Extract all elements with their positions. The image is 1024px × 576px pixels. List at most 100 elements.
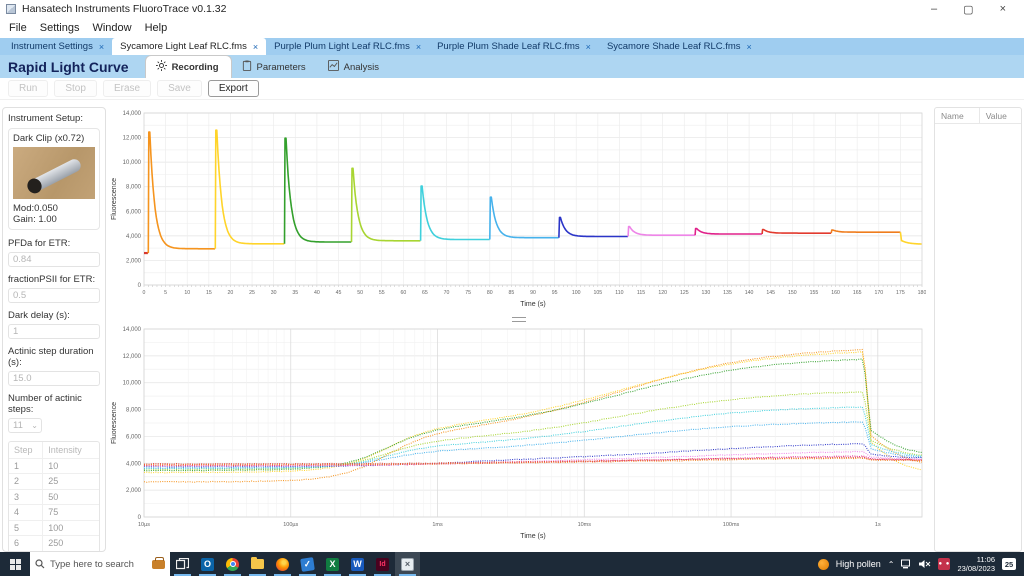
- tab-parameters[interactable]: Parameters: [232, 56, 318, 78]
- close-icon[interactable]: ×: [416, 42, 421, 52]
- volume-muted-icon[interactable]: [919, 559, 931, 569]
- tray-app-icon[interactable]: ● ●: [938, 558, 950, 570]
- device-gain: Gain: 1.00: [13, 214, 95, 225]
- doc-tab-label: Purple Plum Light Leaf RLC.fms: [274, 41, 410, 52]
- start-button[interactable]: [0, 552, 30, 576]
- file-explorer-icon[interactable]: [245, 552, 270, 576]
- field-input[interactable]: 0.84: [8, 252, 100, 267]
- doc-tab[interactable]: Instrument Settings×: [3, 38, 112, 55]
- table-cell: 3: [9, 490, 43, 505]
- search-placeholder: Type here to search: [50, 559, 134, 570]
- table-row[interactable]: 350: [9, 489, 99, 505]
- svg-text:1s: 1s: [875, 522, 881, 528]
- task-view-icon[interactable]: [170, 552, 195, 576]
- clipboard-icon: [242, 60, 252, 74]
- fluorotrace-icon[interactable]: ×: [395, 552, 420, 576]
- svg-text:130: 130: [702, 290, 711, 296]
- menu-item-help[interactable]: Help: [145, 22, 168, 34]
- table-cell: 100: [43, 523, 63, 533]
- run-button[interactable]: Run: [8, 80, 48, 97]
- save-button[interactable]: Save: [157, 80, 202, 97]
- doc-tab[interactable]: Sycamore Shade Leaf RLC.fms×: [599, 38, 760, 55]
- svg-text:10µs: 10µs: [138, 522, 150, 528]
- svg-text:12,000: 12,000: [123, 354, 142, 360]
- export-button[interactable]: Export: [208, 80, 259, 97]
- app-icon: [6, 4, 16, 14]
- menu-item-window[interactable]: Window: [92, 22, 131, 34]
- svg-text:110: 110: [615, 290, 623, 296]
- table-row[interactable]: 110: [9, 458, 99, 474]
- menu-item-settings[interactable]: Settings: [40, 22, 80, 34]
- viewer-icon[interactable]: ✓: [295, 552, 320, 576]
- field-label: fractionPSII for ETR:: [8, 274, 100, 285]
- firefox-icon[interactable]: [270, 552, 295, 576]
- close-button[interactable]: ×: [1000, 3, 1006, 16]
- doc-tab[interactable]: Purple Plum Light Leaf RLC.fms ×: [266, 38, 429, 55]
- steps-table: StepIntensity110225350475510062507500810…: [8, 441, 100, 552]
- svg-text:50: 50: [357, 290, 363, 296]
- page-title: Rapid Light Curve: [8, 59, 129, 75]
- doc-tab[interactable]: Purple Plum Shade Leaf RLC.fms×: [429, 38, 599, 55]
- close-icon[interactable]: ×: [586, 42, 591, 52]
- svg-text:35: 35: [292, 290, 298, 296]
- table-cell: 6: [9, 536, 43, 551]
- indesign-icon[interactable]: Id: [370, 552, 395, 576]
- svg-text:100µs: 100µs: [283, 522, 298, 528]
- svg-text:155: 155: [810, 290, 819, 296]
- outlook-icon[interactable]: O: [195, 552, 220, 576]
- tab-analysis[interactable]: Analysis: [318, 56, 391, 78]
- field-label: PFDa for ETR:: [8, 238, 100, 249]
- notifications-badge[interactable]: 25: [1002, 558, 1016, 570]
- close-icon[interactable]: ×: [253, 42, 258, 52]
- close-icon[interactable]: ×: [99, 42, 104, 52]
- table-cell: 250: [43, 538, 63, 548]
- minimize-button[interactable]: –: [931, 3, 937, 16]
- svg-text:10,000: 10,000: [123, 160, 142, 166]
- taskbar: Type here to search O✓XWId× High pollen …: [0, 552, 1024, 576]
- svg-text:100ms: 100ms: [723, 522, 740, 528]
- taskbar-apps: O ✓XWId×: [170, 552, 420, 576]
- svg-text:45: 45: [336, 290, 342, 296]
- field-input[interactable]: 1: [8, 324, 100, 339]
- table-row[interactable]: 225: [9, 473, 99, 489]
- view-tab-label: Analysis: [344, 62, 379, 73]
- rlc-header: Rapid Light Curve RecordingParameters Ana…: [0, 55, 1024, 78]
- dark-clip-image: [27, 157, 83, 194]
- svg-text:14,000: 14,000: [123, 111, 142, 117]
- actinic-steps-dropdown[interactable]: 11 ⌄: [8, 418, 42, 433]
- menu-item-file[interactable]: File: [9, 22, 27, 34]
- field-input[interactable]: 0.5: [8, 288, 100, 303]
- table-cell: 10: [43, 461, 58, 471]
- excel-icon[interactable]: X: [320, 552, 345, 576]
- chart-splitter[interactable]: [106, 313, 932, 325]
- table-cell: 1: [9, 459, 43, 474]
- svg-text:10ms: 10ms: [578, 522, 592, 528]
- table-row[interactable]: 475: [9, 504, 99, 520]
- taskbar-clock[interactable]: 11:06 23/08/2023: [957, 555, 995, 574]
- svg-text:10: 10: [184, 290, 190, 296]
- stop-button[interactable]: Stop: [54, 80, 97, 97]
- erase-button[interactable]: Erase: [103, 80, 151, 97]
- svg-text:20: 20: [228, 290, 234, 296]
- maximize-button[interactable]: ▢: [963, 3, 973, 16]
- sun-icon: [156, 60, 167, 74]
- tab-recording[interactable]: Recording: [145, 55, 232, 78]
- network-icon[interactable]: [901, 559, 912, 569]
- chrome-icon[interactable]: [220, 552, 245, 576]
- chevron-up-icon[interactable]: ⌃: [888, 560, 895, 569]
- view-tabs: RecordingParameters Analysis: [145, 55, 391, 78]
- doc-tab[interactable]: Sycamore Light Leaf RLC.fms×: [112, 38, 266, 55]
- svg-text:100: 100: [572, 290, 581, 296]
- field-label: Dark delay (s):: [8, 310, 100, 321]
- results-value-header: Value: [980, 111, 1007, 121]
- dark-clip-photo: [13, 147, 95, 199]
- svg-text:180: 180: [918, 290, 926, 296]
- field-input[interactable]: 15.0: [8, 371, 100, 386]
- close-icon[interactable]: ×: [747, 42, 752, 52]
- taskbar-search[interactable]: Type here to search: [30, 552, 170, 576]
- clock-time: 11:06: [957, 555, 995, 564]
- table-row[interactable]: 5100: [9, 520, 99, 536]
- table-row[interactable]: 6250: [9, 535, 99, 551]
- svg-text:1ms: 1ms: [432, 522, 443, 528]
- word-icon[interactable]: W: [345, 552, 370, 576]
